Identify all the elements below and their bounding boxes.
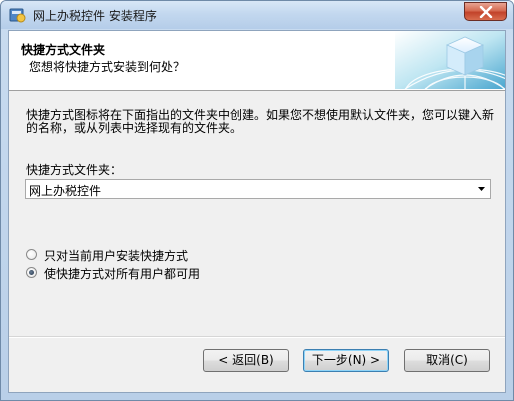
radio-label: 只对当前用户安装快捷方式 bbox=[44, 249, 189, 263]
installer-icon bbox=[9, 8, 26, 23]
back-button[interactable]: < 返回(B) bbox=[203, 349, 289, 372]
folder-combobox[interactable]: 网上办税控件 bbox=[25, 179, 491, 199]
radio-button-selected[interactable] bbox=[26, 267, 37, 278]
page-subtitle: 您想将快捷方式安装到何处？ bbox=[29, 60, 186, 74]
dialog-client-area: 快捷方式文件夹 您想将快捷方式安装到何处？ 快捷方式图标将在下面指出的文件夹中创… bbox=[8, 30, 506, 393]
installer-window: 网上办税控件 安装程序 快捷方式文件夹 您想将快捷方式安装到何处？ 快捷方式图标… bbox=[0, 0, 514, 401]
radio-label: 使快捷方式对所有用户都可用 bbox=[44, 267, 201, 281]
folder-label: 快捷方式文件夹： bbox=[26, 163, 123, 177]
window-title: 网上办税控件 安装程序 bbox=[33, 9, 157, 23]
close-icon bbox=[479, 6, 493, 18]
globe-cube-icon bbox=[395, 31, 505, 89]
radio-button[interactable] bbox=[26, 249, 37, 260]
wizard-header: 快捷方式文件夹 您想将快捷方式安装到何处？ bbox=[9, 31, 505, 91]
title-bar[interactable]: 网上办税控件 安装程序 bbox=[1, 1, 513, 29]
next-button[interactable]: 下一步(N) > bbox=[303, 349, 389, 372]
cancel-button[interactable]: 取消(C) bbox=[404, 349, 490, 372]
description-text: 快捷方式图标将在下面指出的文件夹中创建。如果您不想使用默认文件夹，您可以键入新的… bbox=[26, 108, 495, 135]
chevron-down-icon[interactable] bbox=[478, 187, 485, 191]
folder-combobox-value[interactable]: 网上办税控件 bbox=[29, 182, 101, 199]
close-button[interactable] bbox=[464, 2, 507, 21]
page-title: 快捷方式文件夹 bbox=[21, 43, 106, 57]
footer-separator bbox=[9, 336, 505, 338]
